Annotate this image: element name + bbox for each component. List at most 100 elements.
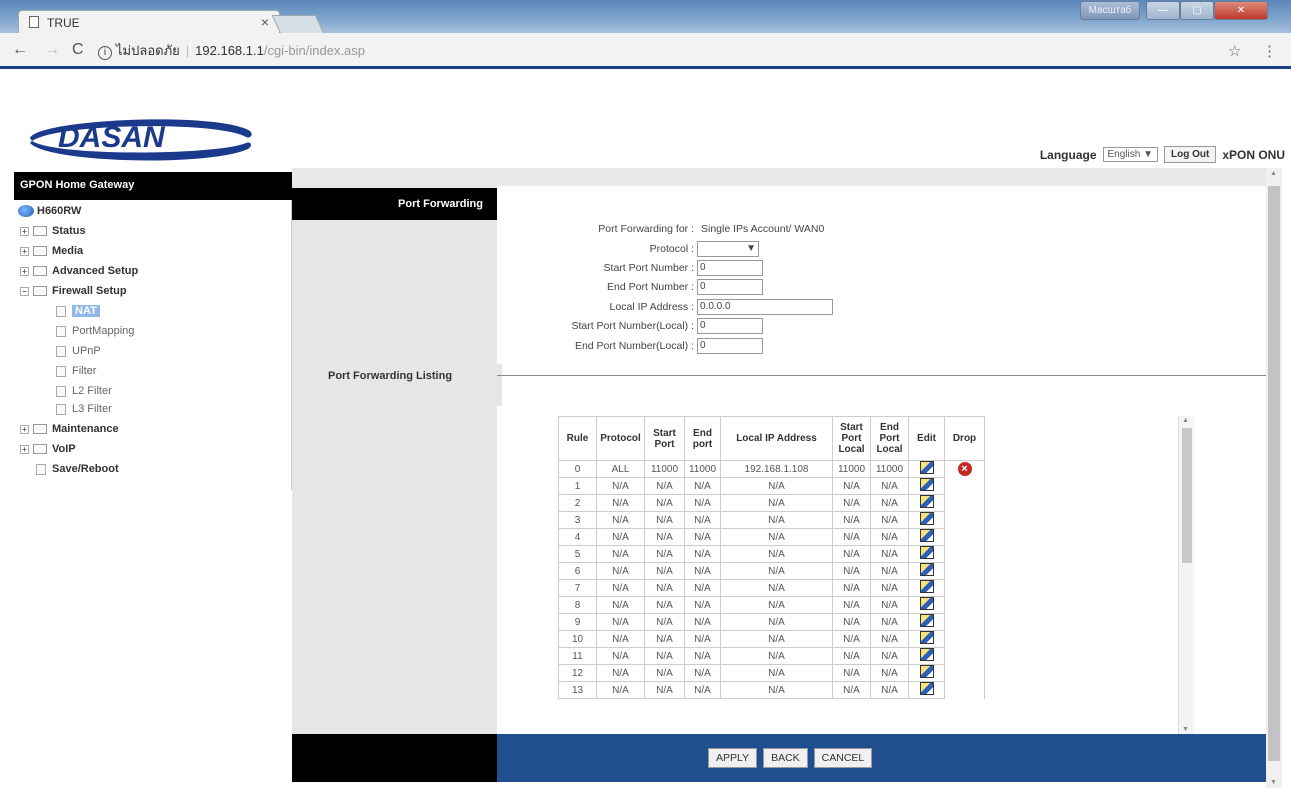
window-label: Масштаб [1080, 1, 1140, 20]
cell-end-port: N/A [684, 647, 721, 665]
page-scroll-up-icon[interactable]: ▲ [1270, 170, 1277, 177]
cancel-button[interactable]: CANCEL [813, 748, 873, 768]
edit-icon[interactable] [919, 580, 934, 593]
tree-item-nat[interactable]: NAT [56, 305, 100, 317]
tree-item-firewall-setup[interactable]: − Firewall Setup [20, 285, 127, 297]
content-frame: Port Forwarding Port Forwarding Listing … [292, 168, 1266, 788]
tree-item-portmapping[interactable]: PortMapping [56, 325, 134, 337]
edit-icon[interactable] [919, 546, 934, 559]
edit-icon[interactable] [919, 614, 934, 627]
expand-icon[interactable]: + [20, 266, 29, 276]
form-row-end-port: End Port Number : 0 [522, 279, 763, 295]
cell-edit [908, 511, 945, 529]
table-row: 13 N/A N/A N/A N/A N/A N/A [558, 681, 985, 699]
tree-item-upnp[interactable]: UPnP [56, 345, 101, 357]
tab-close-icon[interactable]: × [261, 14, 269, 30]
collapse-icon[interactable]: − [20, 286, 29, 296]
cell-drop [944, 681, 985, 699]
browser-tab[interactable]: TRUE × [18, 10, 280, 34]
scroll-down-icon[interactable]: ▼ [1182, 726, 1189, 733]
language-select[interactable]: English ▼ [1102, 147, 1158, 162]
tree-item-media[interactable]: + Media [20, 245, 83, 257]
folder-icon [33, 226, 47, 236]
edit-icon[interactable] [919, 512, 934, 525]
section-port-forwarding-listing: Port Forwarding Listing [292, 364, 502, 406]
header-controls: Language English ▼ Log Out xPON ONU [1040, 146, 1285, 163]
minimize-button[interactable]: — [1146, 1, 1180, 20]
maximize-button[interactable]: ▢ [1180, 1, 1214, 20]
expand-icon[interactable]: + [20, 444, 29, 454]
tree-item-status[interactable]: + Status [20, 225, 86, 237]
back-button[interactable]: BACK [763, 748, 808, 768]
tree-root[interactable]: H660RW [18, 205, 81, 217]
table-scroll-thumb[interactable] [1182, 428, 1192, 563]
cell-protocol: N/A [596, 664, 645, 682]
cell-end-port: N/A [684, 681, 721, 699]
protocol-label: Protocol : [649, 243, 694, 255]
end-local-input[interactable]: 0 [697, 338, 763, 354]
delete-icon[interactable]: × [957, 462, 972, 477]
local-ip-input[interactable]: 0.0.0.0 [697, 299, 833, 315]
cell-local-ip: N/A [720, 613, 833, 631]
expand-icon[interactable]: + [20, 246, 29, 256]
logout-button[interactable]: Log Out [1163, 146, 1217, 163]
cell-end-port: N/A [684, 630, 721, 648]
edit-icon[interactable] [919, 461, 934, 474]
tree-item-l3-filter[interactable]: L3 Filter [56, 403, 112, 415]
edit-icon[interactable] [919, 478, 934, 491]
edit-icon[interactable] [919, 495, 934, 508]
page-icon [29, 16, 39, 28]
start-port-input[interactable]: 0 [697, 260, 763, 276]
page-scrollbar[interactable]: ▲ ▼ [1266, 168, 1282, 788]
edit-icon[interactable] [919, 648, 934, 661]
tree-item-l2-filter[interactable]: L2 Filter [56, 385, 112, 397]
tree-item-voip[interactable]: + VoIP [20, 443, 76, 455]
edit-icon[interactable] [919, 597, 934, 610]
col-local-ip: Local IP Address [720, 416, 833, 461]
reload-icon[interactable]: C [72, 41, 84, 59]
url-host: 192.168.1.1 [195, 43, 264, 58]
protocol-select[interactable]: ▼ [697, 241, 759, 257]
tree-item-advanced-setup[interactable]: + Advanced Setup [20, 265, 138, 277]
cell-end-port: N/A [684, 528, 721, 546]
form-row-start-port: Start Port Number : 0 [522, 260, 763, 276]
table-row: 10 N/A N/A N/A N/A N/A N/A [558, 630, 985, 648]
folder-icon [33, 444, 47, 454]
end-port-input[interactable]: 0 [697, 279, 763, 295]
cell-local-ip: 192.168.1.108 [720, 460, 833, 478]
cell-local-ip: N/A [720, 596, 833, 614]
scroll-up-icon[interactable]: ▲ [1182, 417, 1189, 424]
edit-icon[interactable] [919, 682, 934, 695]
edit-icon[interactable] [919, 631, 934, 644]
tree-item-maintenance[interactable]: + Maintenance [20, 423, 119, 435]
bookmark-star-icon[interactable]: ☆ [1228, 42, 1241, 60]
new-tab-button[interactable] [271, 15, 325, 34]
form-row-protocol: Protocol : ▼ [522, 241, 759, 257]
page-scroll-down-icon[interactable]: ▼ [1270, 779, 1277, 786]
edit-icon[interactable] [919, 563, 934, 576]
expand-icon[interactable]: + [20, 424, 29, 434]
browser-menu-icon[interactable]: ⋮ [1262, 42, 1277, 60]
folder-open-icon [33, 286, 47, 296]
info-icon[interactable]: i [98, 46, 112, 60]
edit-icon[interactable] [919, 529, 934, 542]
url-field[interactable]: i ไม่ปลอดภัย | 192.168.1.1/cgi-bin/index.as… [98, 40, 518, 62]
close-window-button[interactable]: ✕ [1214, 1, 1268, 20]
edit-icon[interactable] [919, 665, 934, 678]
cell-start-port: N/A [644, 613, 685, 631]
cell-start-port: N/A [644, 477, 685, 495]
apply-button[interactable]: APPLY [708, 748, 758, 768]
tree-item-filter[interactable]: Filter [56, 365, 96, 377]
table-scrollbar[interactable]: ▲ ▼ [1178, 416, 1194, 734]
tree-item-save-reboot[interactable]: Save/Reboot [36, 463, 119, 475]
cell-edit [908, 681, 945, 699]
col-end-port-local: End Port Local [870, 416, 909, 461]
cell-start-port: N/A [644, 528, 685, 546]
forward-icon[interactable]: → [44, 41, 60, 59]
start-local-input[interactable]: 0 [697, 318, 763, 334]
expand-icon[interactable]: + [20, 226, 29, 236]
back-icon[interactable]: ← [12, 41, 28, 59]
page-scroll-thumb[interactable] [1268, 186, 1280, 761]
cell-drop [944, 596, 985, 614]
for-label: Port Forwarding for : [598, 223, 694, 235]
